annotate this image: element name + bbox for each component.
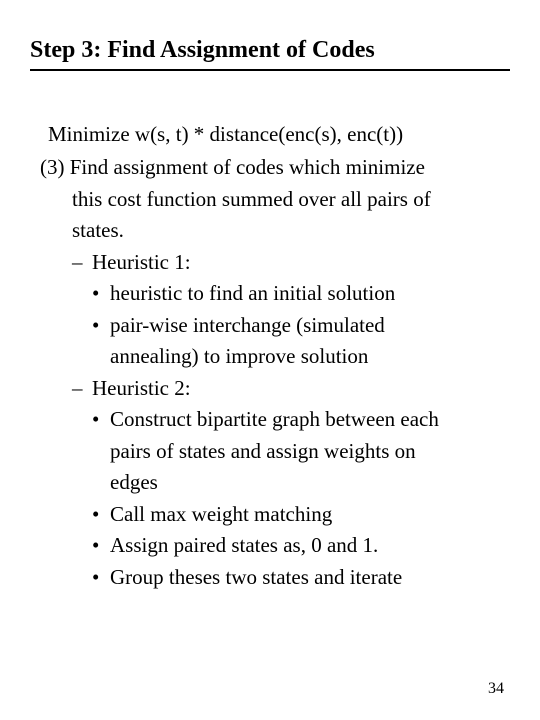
bullet-icon: • [92,530,110,562]
bullet-text: Construct bipartite graph between each [110,404,439,436]
bullet-item: • Call max weight matching [92,499,500,531]
heuristic-1-bullets: • heuristic to find an initial solution … [92,278,500,373]
bullet-item: • pair-wise interchange (simulated [92,310,500,342]
bullet-text: heuristic to find an initial solution [110,278,395,310]
heuristic-2-label: Heuristic 2: [92,373,191,405]
bullet-icon: • [92,278,110,310]
heuristic-2-bullets: • Construct bipartite graph between each… [92,404,500,593]
bullet-text-cont: edges [110,467,158,499]
slide: Step 3: Find Assignment of Codes Minimiz… [0,0,540,720]
heuristic-1: – Heuristic 1: [72,247,500,279]
bullet-text-cont: annealing) to improve solution [110,341,368,373]
point-3-lead: (3) Find assignment of codes which minim… [40,152,500,184]
bullet-item: • Construct bipartite graph between each [92,404,500,436]
heuristic-1-label: Heuristic 1: [92,247,191,279]
bullet-text: Call max weight matching [110,499,332,531]
dash-item: – Heuristic 2: [72,373,500,405]
bullet-item-cont: annealing) to improve solution [92,341,500,373]
title-block: Step 3: Find Assignment of Codes [30,36,510,71]
bullet-item: • heuristic to find an initial solution [92,278,500,310]
slide-body: Minimize w(s, t) * distance(enc(s), enc(… [30,119,510,594]
point-3-cont: this cost function summed over all pairs… [72,184,500,216]
bullet-text: Group theses two states and iterate [110,562,402,594]
bullet-text-cont: pairs of states and assign weights on [110,436,416,468]
bullet-item-cont: pairs of states and assign weights on [92,436,500,468]
slide-title: Step 3: Find Assignment of Codes [30,36,510,65]
bullet-text: pair-wise interchange (simulated [110,310,385,342]
bullet-text: Assign paired states as, 0 and 1. [110,530,378,562]
bullet-icon: • [92,562,110,594]
dash-icon: – [72,373,92,405]
page-number: 34 [488,680,504,698]
bullet-item: • Group theses two states and iterate [92,562,500,594]
bullet-icon: • [92,404,110,436]
dash-icon: – [72,247,92,279]
objective-line: Minimize w(s, t) * distance(enc(s), enc(… [48,119,500,151]
bullet-item-cont: edges [92,467,500,499]
point-3-cont: states. [72,215,500,247]
bullet-icon: • [92,499,110,531]
bullet-icon: • [92,310,110,342]
heuristic-2: – Heuristic 2: [72,373,500,405]
bullet-item: • Assign paired states as, 0 and 1. [92,530,500,562]
dash-item: – Heuristic 1: [72,247,500,279]
